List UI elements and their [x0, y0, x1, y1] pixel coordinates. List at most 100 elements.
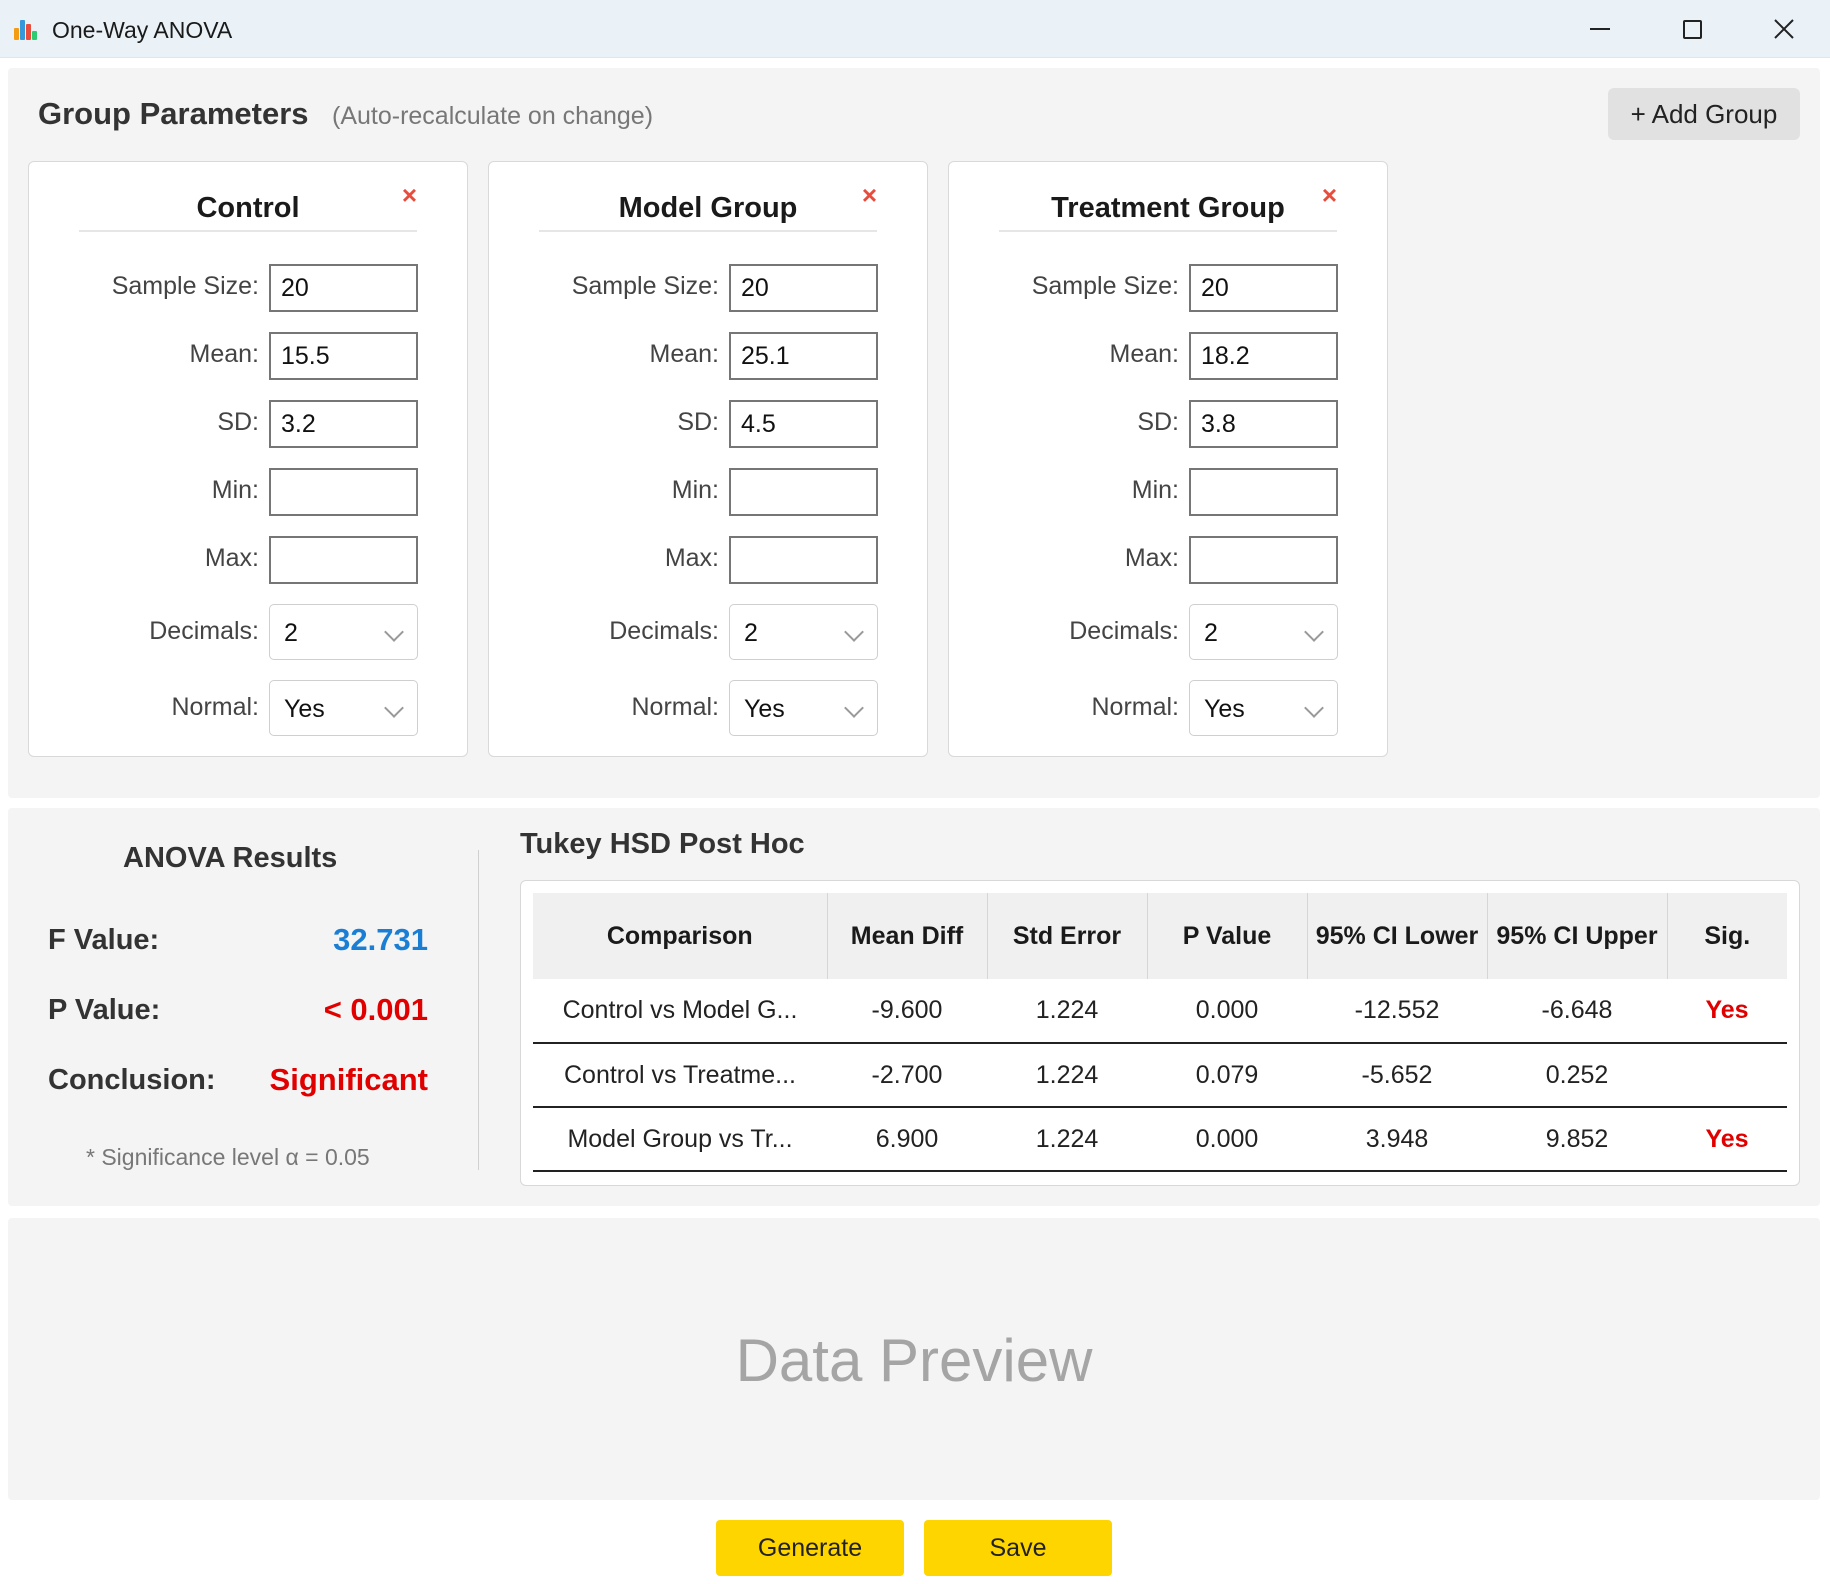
tukey-table: Comparison Mean Diff Std Error P Value 9… — [533, 893, 1787, 1172]
column-header[interactable]: Comparison — [533, 893, 828, 979]
normal-select[interactable]: Yes — [1189, 680, 1338, 736]
group-card-model: Model Group × Sample Size: 20 Mean: 25.1… — [488, 161, 928, 757]
group-card-treatment: Treatment Group × Sample Size: 20 Mean: … — [948, 161, 1388, 757]
chevron-down-icon — [384, 698, 404, 718]
remove-group-icon[interactable]: × — [862, 180, 877, 211]
mean-input[interactable]: 15.5 — [269, 332, 418, 380]
maximize-icon — [1682, 19, 1702, 39]
sd-label: SD: — [217, 408, 259, 436]
table-cell: 1.224 — [987, 979, 1147, 1044]
sample-size-input[interactable]: 20 — [1189, 264, 1338, 312]
group-name: Control — [79, 192, 417, 232]
mean-input[interactable]: 18.2 — [1189, 332, 1338, 380]
table-cell: 3.948 — [1307, 1107, 1487, 1172]
column-header[interactable]: Mean Diff — [827, 893, 988, 979]
table-cell: -12.552 — [1307, 979, 1487, 1044]
max-input[interactable] — [269, 536, 418, 584]
normal-value: Yes — [284, 695, 325, 723]
table-row[interactable]: Model Group vs Tr... 6.900 1.224 0.000 3… — [533, 1107, 1787, 1172]
chevron-down-icon — [1304, 698, 1324, 718]
table-header-row: Comparison Mean Diff Std Error P Value 9… — [533, 893, 1787, 979]
data-preview-panel: Data Preview — [8, 1218, 1820, 1500]
add-group-button[interactable]: + Add Group — [1608, 88, 1800, 140]
column-header[interactable]: Sig. — [1667, 893, 1787, 979]
mean-input[interactable]: 25.1 — [729, 332, 878, 380]
column-header[interactable]: 95% CI Upper — [1487, 893, 1668, 979]
max-input[interactable] — [1189, 536, 1338, 584]
decimals-select[interactable]: 2 — [1189, 604, 1338, 660]
generate-button[interactable]: Generate — [716, 1520, 904, 1576]
column-header[interactable]: Std Error — [987, 893, 1148, 979]
table-cell — [1667, 1043, 1787, 1108]
app-chart-icon — [14, 18, 38, 40]
mean-label: Mean: — [1109, 340, 1179, 368]
sd-input[interactable]: 4.5 — [729, 400, 878, 448]
sd-label: SD: — [677, 408, 719, 436]
normal-value: Yes — [744, 695, 785, 723]
p-value: < 0.001 — [323, 992, 428, 1027]
table-cell: Yes — [1667, 1107, 1787, 1172]
decimals-label: Decimals: — [149, 617, 259, 645]
sd-input[interactable]: 3.8 — [1189, 400, 1338, 448]
f-value: 32.731 — [333, 922, 428, 957]
normal-label: Normal: — [171, 693, 259, 721]
window-title: One-Way ANOVA — [52, 17, 233, 43]
section-title: Group Parameters — [38, 96, 309, 131]
group-parameters-panel: Group Parameters (Auto-recalculate on ch… — [8, 68, 1820, 798]
min-input[interactable] — [269, 468, 418, 516]
minimize-button[interactable] — [1554, 0, 1646, 58]
maximize-button[interactable] — [1646, 0, 1738, 58]
chevron-down-icon — [844, 622, 864, 642]
group-name: Treatment Group — [999, 192, 1337, 232]
tukey-table-container: Comparison Mean Diff Std Error P Value 9… — [520, 880, 1800, 1186]
normal-select[interactable]: Yes — [729, 680, 878, 736]
data-preview-placeholder: Data Preview — [735, 1327, 1093, 1394]
sd-label: SD: — [1137, 408, 1179, 436]
conclusion-value: Significant — [269, 1062, 428, 1097]
table-cell: Model Group vs Tr... — [533, 1107, 827, 1172]
normal-select[interactable]: Yes — [269, 680, 418, 736]
decimals-select[interactable]: 2 — [729, 604, 878, 660]
save-button[interactable]: Save — [924, 1520, 1112, 1576]
minimize-icon — [1590, 28, 1610, 30]
decimals-select[interactable]: 2 — [269, 604, 418, 660]
p-value-label: P Value: — [48, 994, 161, 1026]
min-label: Min: — [671, 476, 719, 504]
table-cell: 1.224 — [987, 1043, 1147, 1108]
table-row[interactable]: Control vs Treatme... -2.700 1.224 0.079… — [533, 1043, 1787, 1108]
max-label: Max: — [664, 544, 719, 572]
anova-results-title: ANOVA Results — [123, 842, 338, 874]
sample-size-input[interactable]: 20 — [729, 264, 878, 312]
min-label: Min: — [1131, 476, 1179, 504]
remove-group-icon[interactable]: × — [402, 180, 417, 211]
column-header[interactable]: P Value — [1147, 893, 1308, 979]
results-panel: ANOVA Results F Value: 32.731 P Value: <… — [8, 808, 1820, 1206]
decimals-value: 2 — [744, 619, 758, 647]
decimals-value: 2 — [1204, 619, 1218, 647]
normal-label: Normal: — [1091, 693, 1179, 721]
sample-size-label: Sample Size: — [571, 272, 719, 300]
column-header[interactable]: 95% CI Lower — [1307, 893, 1488, 979]
sample-size-input[interactable]: 20 — [269, 264, 418, 312]
title-bar: One-Way ANOVA — [0, 0, 1830, 58]
remove-group-icon[interactable]: × — [1322, 180, 1337, 211]
group-name: Model Group — [539, 192, 877, 232]
table-row[interactable]: Control vs Model G... -9.600 1.224 0.000… — [533, 979, 1787, 1044]
table-cell: Control vs Treatme... — [533, 1043, 827, 1108]
table-cell: 0.252 — [1487, 1043, 1667, 1108]
chevron-down-icon — [384, 622, 404, 642]
close-button[interactable] — [1738, 0, 1830, 58]
chevron-down-icon — [844, 698, 864, 718]
conclusion-label: Conclusion: — [48, 1064, 216, 1096]
significance-note: * Significance level α = 0.05 — [86, 1144, 370, 1170]
mean-label: Mean: — [189, 340, 259, 368]
table-cell: -9.600 — [827, 979, 987, 1044]
min-input[interactable] — [729, 468, 878, 516]
max-input[interactable] — [729, 536, 878, 584]
f-value-label: F Value: — [48, 924, 160, 956]
normal-value: Yes — [1204, 695, 1245, 723]
chevron-down-icon — [1304, 622, 1324, 642]
tukey-title: Tukey HSD Post Hoc — [520, 828, 805, 860]
min-input[interactable] — [1189, 468, 1338, 516]
sd-input[interactable]: 3.2 — [269, 400, 418, 448]
